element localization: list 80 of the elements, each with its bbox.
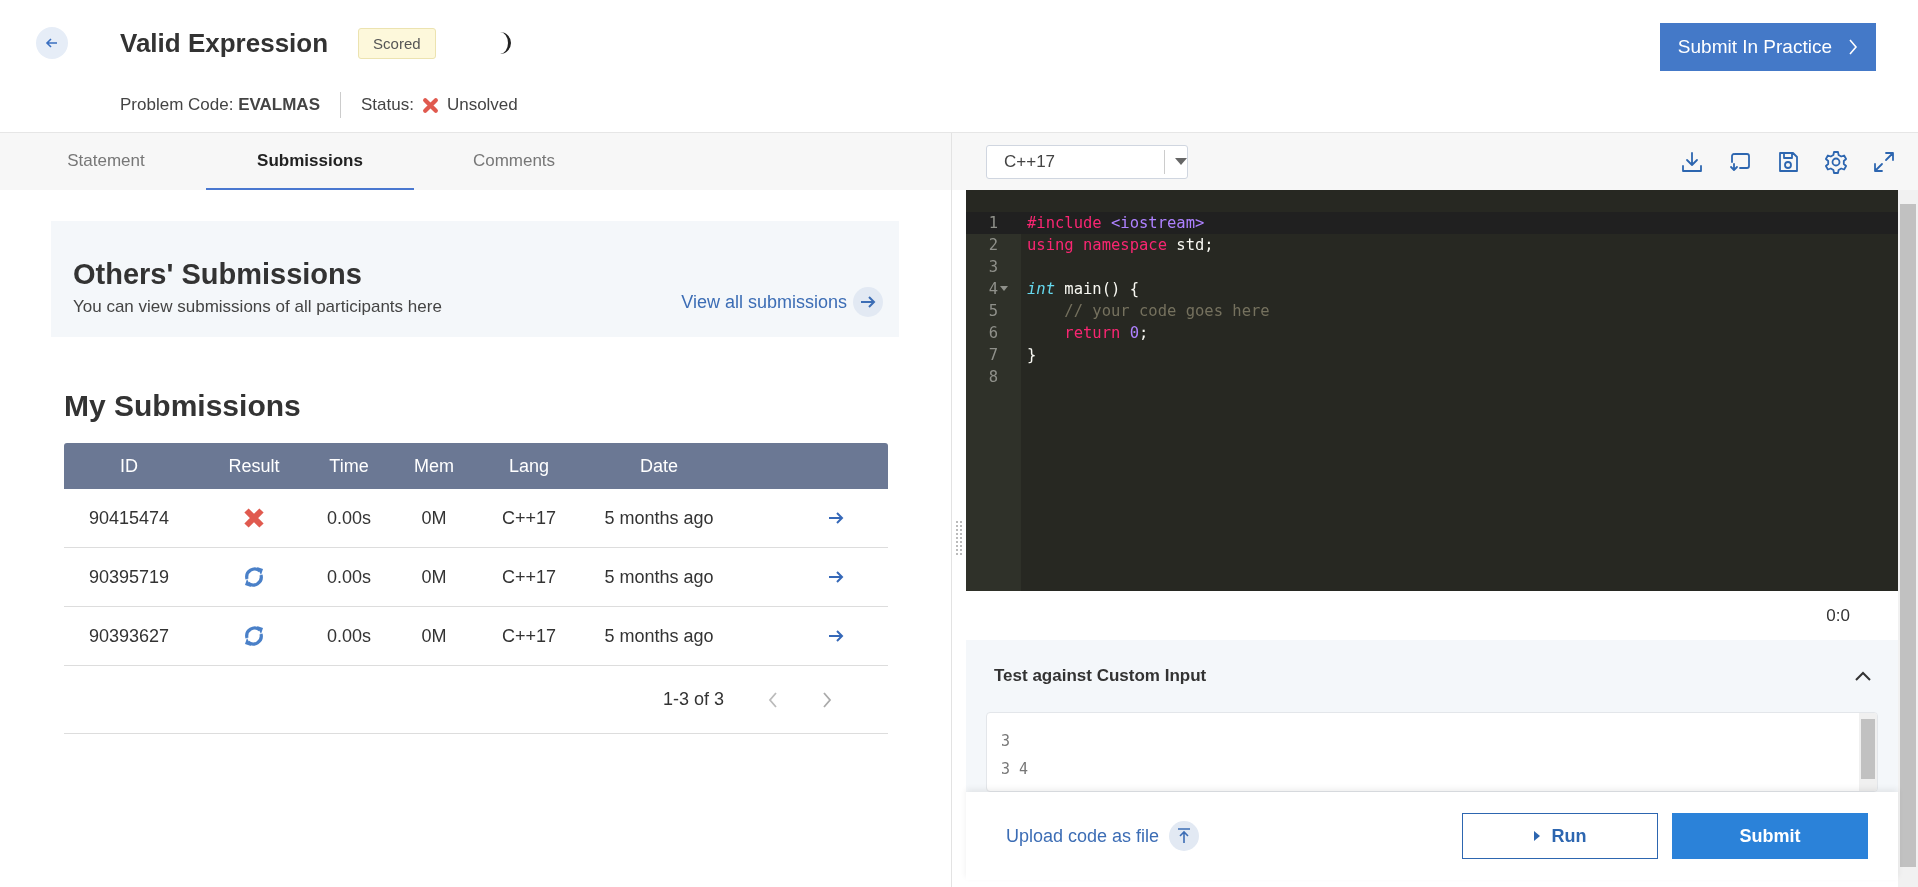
input-line: 3 <box>1001 732 1011 750</box>
code-editor[interactable]: 1 2 3 4 5 6 7 8 #include <iostream> using namespace std; int main() { // your code goes here return 0; } <box>966 190 1898 591</box>
tab[interactable]: Submissions <box>206 133 414 190</box>
table-cell: 5 months ago <box>604 625 714 647</box>
table-cell: C++17 <box>501 625 556 647</box>
table-cell: 0M <box>421 625 447 647</box>
scrollbar[interactable] <box>1898 190 1918 887</box>
column-header: ID <box>119 455 139 477</box>
line-number: 4 <box>987 279 998 300</box>
chevron-right-icon <box>822 690 832 709</box>
submit-in-practice-button[interactable]: Submit In Practice <box>1659 23 1876 71</box>
table-cell: 5 months ago <box>604 507 714 529</box>
tab[interactable]: Statement <box>6 133 206 190</box>
line-number: 8 <box>987 367 998 388</box>
code-line: #include <iostream> <box>1027 214 1205 232</box>
chevron-left-icon <box>768 690 778 709</box>
expand-icon[interactable] <box>1872 149 1896 174</box>
line-number: 7 <box>987 345 998 366</box>
scored-badge: Scored <box>358 27 436 59</box>
line-number: 3 <box>987 257 998 278</box>
column-header: Mem <box>413 455 455 477</box>
arrow-right-icon <box>859 294 877 310</box>
view-all-link[interactable]: View all submissions <box>681 287 883 317</box>
table-cell: 90393627 <box>88 625 170 647</box>
line-number: 1 <box>987 213 998 234</box>
chevron-up-icon <box>1854 670 1872 682</box>
pagination-range: 1-3 of 3 <box>662 689 724 710</box>
collapse-button[interactable] <box>1854 670 1872 682</box>
run-button[interactable]: Run <box>1462 813 1658 859</box>
code-line: // your code goes here <box>1063 302 1270 320</box>
cursor-position: 0:0 <box>1826 605 1850 626</box>
column-header: Result <box>227 455 281 477</box>
problem-code: Problem Code: EVALMAS <box>120 95 320 115</box>
language-select[interactable]: C++17 <box>986 144 1188 179</box>
table-cell: 5 months ago <box>604 566 714 588</box>
column-header: Time <box>328 455 370 477</box>
column-header: Lang <box>507 455 550 477</box>
status-text: Unsolved <box>446 95 518 115</box>
table-cell: 90395719 <box>88 566 170 588</box>
line-number: 2 <box>987 235 998 256</box>
fold-icon[interactable] <box>1000 286 1008 292</box>
section-title: Others' Submissions <box>73 258 363 291</box>
table-cell: C++17 <box>501 566 556 588</box>
submit-button[interactable]: Submit <box>1672 813 1868 859</box>
settings-icon[interactable] <box>1824 149 1848 174</box>
table-cell: 0.00s <box>326 566 371 588</box>
tab[interactable]: Comments <box>414 133 614 190</box>
drag-handle-icon[interactable] <box>956 520 962 557</box>
download-icon[interactable] <box>1680 149 1704 174</box>
code-line: using namespace std; <box>1027 236 1214 254</box>
save-icon[interactable] <box>1776 149 1800 174</box>
table-cell: 0.00s <box>326 625 371 647</box>
line-number: 6 <box>987 323 998 344</box>
column-header: Date <box>639 455 679 477</box>
table-cell: 90415474 <box>88 507 170 529</box>
section-description: You can view submissions of all participants here <box>73 297 442 317</box>
chevron-right-icon <box>1848 38 1858 56</box>
panel-title: Test against Custom Input <box>994 666 1207 686</box>
line-number: 5 <box>987 301 998 322</box>
code-line: } <box>1027 346 1037 364</box>
arrow-right-icon[interactable] <box>827 569 845 585</box>
custom-input-field[interactable]: 3 3 4 <box>986 712 1878 792</box>
problem-title: Valid Expression <box>120 27 329 59</box>
upload-icon <box>1176 827 1193 845</box>
code-line: return 0; <box>1063 324 1149 342</box>
back-button[interactable] <box>36 27 68 59</box>
arrow-right-icon[interactable] <box>827 628 845 644</box>
play-icon <box>1533 831 1540 841</box>
table-cell: C++17 <box>501 507 556 529</box>
code-line: int main() { <box>1027 280 1139 298</box>
upload-link[interactable]: Upload code as file <box>1006 821 1200 851</box>
input-line: 3 4 <box>1001 760 1029 778</box>
scrollbar[interactable] <box>1859 713 1877 791</box>
arrow-right-icon[interactable] <box>827 510 845 526</box>
status-label: Status: <box>361 95 414 115</box>
section-title: My Submissions <box>64 389 302 423</box>
table-cell: 0M <box>421 507 447 529</box>
caret-down-icon <box>1175 157 1187 166</box>
table-cell: 0.00s <box>326 507 371 529</box>
table-cell: 0M <box>421 566 447 588</box>
